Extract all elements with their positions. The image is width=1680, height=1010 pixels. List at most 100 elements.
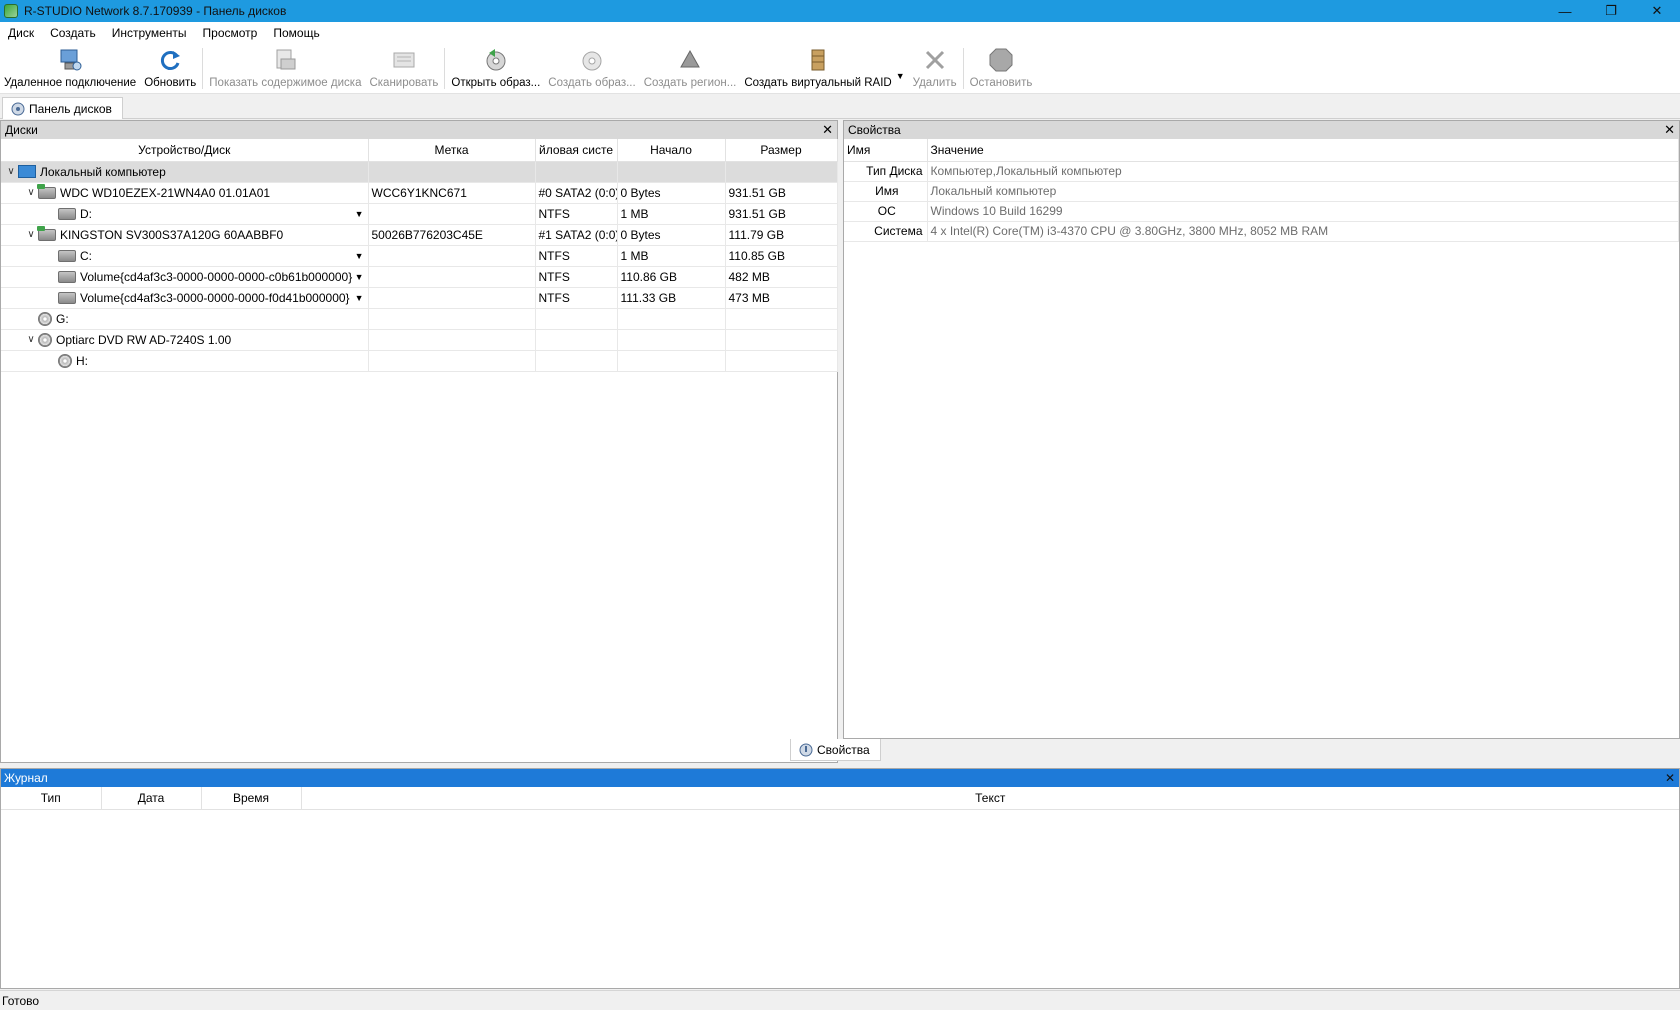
menu-disk[interactable]: Диск [0,22,42,44]
properties-table: Имя Значение Тип Диска Компьютер,Локальн… [844,139,1679,242]
tab-drive-panel[interactable]: Панель дисков [2,97,123,119]
property-row[interactable]: Тип Диска Компьютер,Локальный компьютер [844,161,1679,182]
filesystem-cell: NTFS [535,287,618,309]
disks-table: Устройство/Диск Метка йловая систе Начал… [1,139,838,372]
tab-drive-panel-label: Панель дисков [29,101,112,116]
remote-connect-label: Удаленное подключение [4,77,137,89]
restore-button[interactable]: ❐ [1588,0,1634,22]
optical-drive-icon [58,353,72,368]
table-row[interactable]: G: [1,308,838,330]
scan-button[interactable]: Сканировать [365,44,442,93]
create-image-label: Создать образ... [548,77,636,89]
table-row[interactable]: ∨ WDC WD10EZEX-21WN4A0 01.01A01 WCC6Y1KNC6… [1,182,838,204]
toolbar-separator [962,48,964,89]
create-virtual-raid-label: Создать виртуальный RAID [744,77,892,89]
close-icon[interactable]: ✕ [1664,121,1675,139]
open-image-button[interactable]: Открыть образ... [447,44,544,93]
delete-button[interactable]: Удалить [909,44,961,93]
raid-icon [811,49,825,71]
table-row[interactable]: D: ▼ NTFS 1 MB 931.51 GB [1,203,838,225]
filesystem-cell: NTFS [535,203,618,225]
column-start[interactable]: Начало [617,139,726,162]
property-name: Имя [844,181,928,202]
dropdown-arrow-icon[interactable]: ▼ [355,209,364,219]
label-cell: 50026B776203C45E [368,224,536,246]
label-cell [368,350,536,372]
table-row[interactable]: ∨ Optiarc DVD RW AD-7240S 1.00 [1,329,838,351]
property-row[interactable]: ОС Windows 10 Build 16299 [844,201,1679,222]
group-row[interactable]: ∨ Локальный компьютер [1,161,838,183]
show-disk-content-label: Показать содержимое диска [209,77,362,89]
column-text[interactable]: Текст [301,787,1679,810]
column-type[interactable]: Тип [1,787,102,810]
device-name: C: [80,248,92,263]
menu-view[interactable]: Просмотр [195,22,266,44]
column-time[interactable]: Время [201,787,302,810]
minimize-button[interactable]: — [1542,0,1588,22]
delete-label: Удалить [912,77,957,89]
start-cell: 0 Bytes [617,182,726,204]
device-name: WDC WD10EZEX-21WN4A0 01.01A01 [60,185,271,200]
show-disk-content-button[interactable]: Показать содержимое диска [205,44,365,93]
log-panel-header: Журнал ✕ [1,769,1679,787]
label-cell [368,329,536,351]
start-cell: 111.33 GB [617,287,726,309]
property-row[interactable]: Имя Локальный компьютер [844,181,1679,202]
menu-help[interactable]: Помощь [265,22,327,44]
property-row[interactable]: Система 4 x Intel(R) Core(TM) i3-4370 CP… [844,221,1679,242]
device-cell: ∨ WDC WD10EZEX-21WN4A0 01.01A01 [1,182,369,204]
dropdown-arrow-icon[interactable]: ▼ [355,251,364,261]
tab-properties[interactable]: Свойства [790,739,881,761]
table-row[interactable]: Volume{cd4af3c3-0000-0000-0000-f0d41b000… [1,287,838,309]
toolbar-separator [202,48,204,89]
status-text: Готово [2,993,40,1008]
filesystem-cell [535,329,618,351]
table-row[interactable]: Volume{cd4af3c3-0000-0000-0000-c0b61b000… [1,266,838,288]
properties-icon [799,743,813,756]
log-table-header: Тип Дата Время Текст [1,787,1679,810]
device-name: H: [76,353,88,368]
column-name[interactable]: Имя [844,139,928,162]
close-icon[interactable]: ✕ [822,121,833,139]
device-cell: ∨ Optiarc DVD RW AD-7240S 1.00 [1,329,369,351]
create-image-button[interactable]: Создать образ... [544,44,639,93]
create-region-button[interactable]: Создать регион... [640,44,741,93]
expand-chevron-icon[interactable]: ∨ [4,166,18,177]
device-name: D: [80,206,92,221]
column-device[interactable]: Устройство/Диск [1,139,369,162]
table-row[interactable]: ∨ KINGSTON SV300S37A120G 60AABBF0 50026B77… [1,224,838,246]
stop-button[interactable]: Остановить [966,44,1037,93]
start-cell: 0 Bytes [617,224,726,246]
device-name: Optiarc DVD RW AD-7240S 1.00 [56,332,232,347]
property-value: Windows 10 Build 16299 [927,201,1679,222]
dropdown-arrow-icon[interactable]: ▼ [355,272,364,282]
table-row[interactable]: C: ▼ NTFS 1 MB 110.85 GB [1,245,838,267]
create-virtual-raid-button[interactable]: Создать виртуальный RAID [740,44,895,93]
close-icon[interactable]: ✕ [1665,769,1675,787]
stop-label: Остановить [969,77,1033,89]
property-value: 4 x Intel(R) Core(TM) i3-4370 CPU @ 3.80… [927,221,1679,242]
refresh-button[interactable]: Обновить [140,44,200,93]
table-row[interactable]: H: [1,350,838,372]
column-label[interactable]: Метка [368,139,536,162]
property-name: Тип Диска [844,161,928,182]
expand-chevron-icon[interactable]: ∨ [24,187,38,198]
column-date[interactable]: Дата [101,787,202,810]
dropdown-arrow-icon[interactable]: ▼ [355,293,364,303]
expand-chevron-icon[interactable]: ∨ [24,334,38,345]
hard-drive-icon [37,183,56,199]
menu-tools[interactable]: Инструменты [104,22,195,44]
raid-dropdown-arrow[interactable]: ▼ [896,71,905,81]
menu-create[interactable]: Создать [42,22,104,44]
tab-properties-label: Свойства [817,742,870,757]
properties-panel: Свойства ✕ Имя Значение Тип Диска Компью… [843,120,1680,739]
log-panel-title: Журнал [4,771,48,785]
close-window-button[interactable]: ✕ [1634,0,1680,22]
column-value[interactable]: Значение [927,139,1679,162]
remote-connect-button[interactable]: Удаленное подключение [0,44,140,93]
column-filesystem[interactable]: йловая систе [535,139,618,162]
column-size[interactable]: Размер [725,139,838,162]
filesystem-cell [535,350,618,372]
toolbar-separator [444,48,446,89]
expand-chevron-icon[interactable]: ∨ [24,229,38,240]
